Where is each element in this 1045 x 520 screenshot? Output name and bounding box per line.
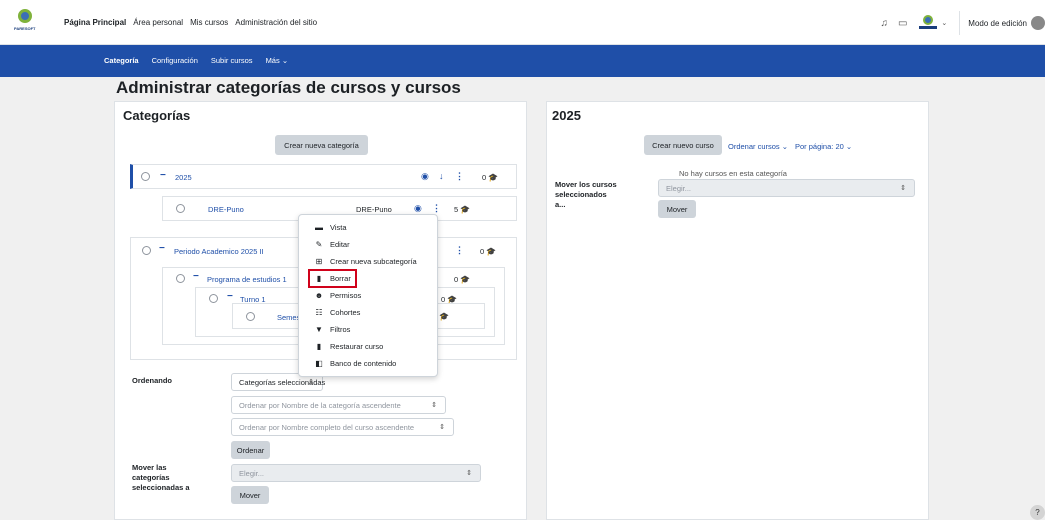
sort-category-select[interactable]: Ordenar por Nombre de la categoría ascen… — [231, 396, 446, 414]
eye-icon[interactable]: ◉ — [421, 171, 429, 182]
page-title: Administrar categorías de cursos y curso… — [116, 78, 461, 97]
arrow-down-icon[interactable]: ↓ — [439, 171, 444, 181]
category-link[interactable]: Periodo Academico 2025 II — [174, 247, 264, 256]
move-courses-label: Mover los cursos seleccionados a... — [555, 180, 617, 209]
menu-item-content-bank[interactable]: ◧ Banco de contenido — [313, 357, 396, 370]
collapse-icon[interactable]: − — [160, 170, 166, 181]
site-logo[interactable]: PARESOFT — [14, 9, 36, 37]
category-link[interactable]: Semes — [277, 313, 300, 322]
sorting-label: Ordenando — [132, 376, 173, 385]
logo-text: PARESOFT — [14, 26, 36, 31]
menu-item-cohorts[interactable]: ☷ Cohortes — [313, 306, 360, 319]
courses-panel: 2025 Crear nuevo curso Ordenar cursos ⌄ … — [546, 101, 929, 520]
avatar[interactable] — [919, 15, 938, 31]
trash-icon: ▮ — [316, 274, 322, 283]
category-link[interactable]: Programa de estudios 1 — [207, 275, 287, 284]
chevron-down-icon[interactable]: ⌄ — [941, 19, 947, 27]
sort-button[interactable]: Ordenar — [231, 441, 270, 459]
course-count: 0 🎓 — [454, 275, 471, 284]
create-course-button[interactable]: Crear nuevo curso — [644, 135, 722, 155]
nav-dashboard[interactable]: Área personal — [133, 18, 183, 27]
category-checkbox[interactable] — [209, 294, 218, 303]
filter-icon: ▼ — [315, 325, 323, 334]
collapse-icon[interactable]: − — [159, 243, 165, 254]
kebab-menu-icon[interactable]: ⋮ — [455, 245, 464, 256]
move-courses-button[interactable]: Mover — [658, 200, 696, 218]
category-checkbox[interactable] — [176, 204, 185, 213]
graduation-cap-icon: 🎓 — [460, 205, 471, 214]
sitemap-icon: ⊞ — [315, 257, 323, 266]
course-count: 0 🎓 — [480, 247, 497, 256]
nav-my-courses[interactable]: Mis cursos — [190, 18, 228, 27]
edit-mode-label: Modo de edición — [968, 18, 1027, 28]
top-navbar: PARESOFT Página Principal Área personal … — [0, 0, 1045, 45]
content-bank-icon: ◧ — [315, 359, 323, 368]
move-categories-button[interactable]: Mover — [231, 486, 269, 504]
menu-item-permissions[interactable]: ☻ Permisos — [313, 289, 361, 302]
cohort-icon: ☷ — [315, 308, 323, 317]
per-page-dropdown[interactable]: Por página: 20 ⌄ — [795, 142, 852, 151]
monitor-icon: ▬ — [315, 223, 323, 232]
user-menu-area: ♫ ▭ ⌄ Modo de edición — [880, 11, 1045, 35]
category-row-2025[interactable]: − 2025 ◉ ↓ ⋮ 0 🎓 — [130, 164, 517, 189]
menu-item-filters[interactable]: ▼ Filtros — [313, 323, 350, 336]
tab-settings[interactable]: Configuración — [152, 56, 198, 65]
kebab-menu-icon[interactable]: ⋮ — [432, 203, 441, 214]
menu-item-restore-course[interactable]: ▮ Restaurar curso — [313, 340, 384, 353]
sort-course-select[interactable]: Ordenar por Nombre completo del curso as… — [231, 418, 454, 436]
courses-title: 2025 — [552, 108, 581, 123]
users-icon: ☻ — [314, 291, 324, 300]
divider — [959, 11, 961, 35]
nav-site-admin[interactable]: Administración del sitio — [235, 18, 317, 27]
graduation-cap-icon: 🎓 — [439, 312, 449, 321]
kebab-menu-icon[interactable]: ⋮ — [455, 171, 464, 182]
create-category-button[interactable]: Crear nueva categoría — [275, 135, 368, 155]
collapse-icon[interactable]: − — [227, 291, 233, 302]
category-checkbox[interactable] — [142, 246, 151, 255]
gear-logo-icon — [18, 9, 32, 23]
help-button[interactable]: ? — [1030, 505, 1045, 520]
category-idnumber: DRE-Puno — [356, 205, 392, 214]
move-categories-select[interactable]: Elegir... ⇕ — [231, 464, 481, 482]
empty-courses-message: No hay cursos en esta categoría — [679, 169, 787, 178]
nav-home[interactable]: Página Principal — [64, 18, 126, 27]
category-checkbox[interactable] — [176, 274, 185, 283]
category-checkbox[interactable] — [141, 172, 150, 181]
menu-item-edit[interactable]: ✎ Editar — [313, 238, 350, 251]
category-link[interactable]: DRE-Puno — [208, 205, 244, 214]
primary-nav: Página Principal Área personal Mis curso… — [64, 18, 317, 27]
chat-icon[interactable]: ▭ — [898, 18, 907, 29]
secondary-nav: Categoría Configuración Subir cursos Más… — [0, 45, 1045, 77]
tab-upload-courses[interactable]: Subir cursos — [211, 56, 253, 65]
sort-courses-dropdown[interactable]: Ordenar cursos ⌄ — [728, 142, 788, 151]
tab-more[interactable]: Más ⌄ — [266, 56, 289, 65]
edit-mode-toggle[interactable] — [1031, 16, 1045, 30]
categories-title: Categorías — [123, 108, 191, 123]
eye-icon[interactable]: ◉ — [414, 203, 422, 214]
category-link[interactable]: 2025 — [175, 173, 192, 182]
move-courses-select[interactable]: Elegir... ⇕ — [658, 179, 915, 197]
graduation-cap-icon: 🎓 — [460, 275, 471, 284]
menu-item-view[interactable]: ▬ Vista — [313, 221, 347, 234]
category-checkbox[interactable] — [246, 312, 255, 321]
move-categories-label: Mover las categorías seleccionadas a — [132, 463, 190, 492]
trash-restore-icon: ▮ — [316, 342, 322, 351]
menu-item-create-subcategory[interactable]: ⊞ Crear nueva subcategoría — [313, 255, 417, 268]
course-count: 5 🎓 — [454, 205, 471, 214]
graduation-cap-icon: 🎓 — [488, 173, 499, 182]
category-actions-menu: ▬ Vista ✎ Editar ⊞ Crear nueva subcategoría… — [298, 214, 438, 377]
menu-item-delete[interactable]: ▮ Borrar — [308, 269, 357, 288]
pencil-icon: ✎ — [315, 240, 323, 249]
graduation-cap-icon: 🎓 — [486, 247, 497, 256]
course-count: 0 🎓 — [482, 173, 499, 182]
tab-category[interactable]: Categoría — [104, 56, 139, 65]
bell-icon[interactable]: ♫ — [880, 18, 888, 29]
collapse-icon[interactable]: − — [193, 271, 199, 282]
